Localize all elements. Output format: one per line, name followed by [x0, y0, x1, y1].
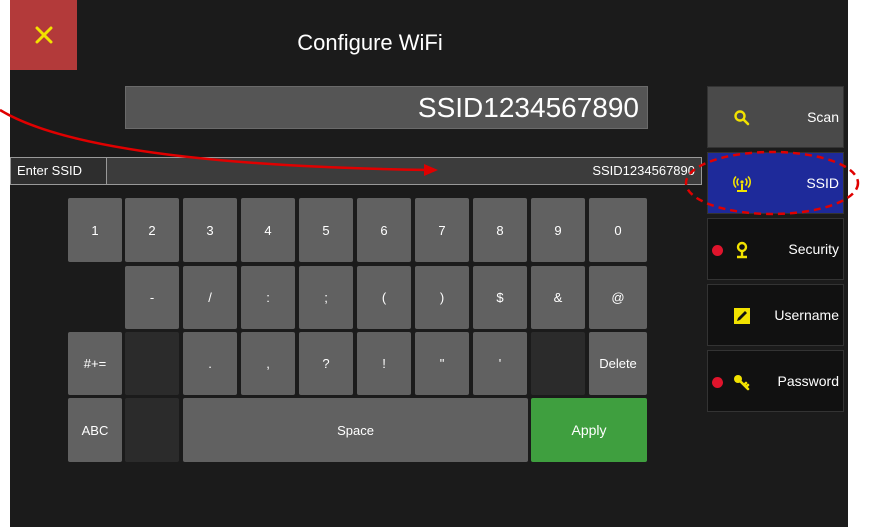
- security-label: Security: [788, 241, 839, 257]
- key-blank: [125, 398, 179, 462]
- key-7[interactable]: 7: [415, 198, 469, 262]
- key-3[interactable]: 3: [183, 198, 237, 262]
- ssid-entry-field[interactable]: Enter SSID SSID1234567890: [10, 157, 702, 185]
- key-comma[interactable]: ,: [241, 332, 295, 395]
- required-indicator: [712, 245, 723, 256]
- abc-key[interactable]: ABC: [68, 398, 122, 462]
- key-at[interactable]: @: [589, 266, 647, 329]
- apply-button[interactable]: Apply: [531, 398, 647, 462]
- entry-label: Enter SSID: [11, 158, 107, 184]
- key-4[interactable]: 4: [241, 198, 295, 262]
- ssid-display: SSID1234567890: [125, 86, 648, 129]
- key-1[interactable]: 1: [68, 198, 122, 262]
- configure-wifi-screen: Configure WiFi SSID1234567890 Enter SSID…: [10, 0, 848, 527]
- page-margin: [848, 0, 871, 527]
- search-icon: [734, 110, 750, 126]
- edit-icon: [734, 308, 750, 324]
- key-symbols-mode[interactable]: #+=: [68, 332, 122, 395]
- key-ampersand[interactable]: &: [531, 266, 585, 329]
- ssid-button[interactable]: SSID: [707, 152, 844, 214]
- ssid-label: SSID: [806, 175, 839, 191]
- scan-button[interactable]: Scan: [707, 86, 844, 148]
- key-hyphen[interactable]: -: [125, 266, 179, 329]
- key-5[interactable]: 5: [299, 198, 353, 262]
- key-icon: [734, 375, 750, 391]
- username-button[interactable]: Username: [707, 284, 844, 346]
- key-question[interactable]: ?: [299, 332, 353, 395]
- required-indicator: [712, 377, 723, 388]
- key-dollar[interactable]: $: [473, 266, 527, 329]
- key-close-paren[interactable]: ): [415, 266, 469, 329]
- security-button[interactable]: Security: [707, 218, 844, 280]
- page-title: Configure WiFi: [297, 30, 443, 55]
- key-period[interactable]: .: [183, 332, 237, 395]
- key-exclamation[interactable]: !: [357, 332, 411, 395]
- key-6[interactable]: 6: [357, 198, 411, 262]
- key-colon[interactable]: :: [241, 266, 295, 329]
- key-2[interactable]: 2: [125, 198, 179, 262]
- scan-label: Scan: [807, 109, 839, 125]
- key-slash[interactable]: /: [183, 266, 237, 329]
- security-icon: [736, 241, 748, 259]
- key-double-quote[interactable]: ": [415, 332, 469, 395]
- key-apostrophe[interactable]: ': [473, 332, 527, 395]
- password-button[interactable]: Password: [707, 350, 844, 412]
- key-0[interactable]: 0: [589, 198, 647, 262]
- delete-key[interactable]: Delete: [589, 332, 647, 395]
- wifi-antenna-icon: [733, 175, 751, 192]
- entry-value: SSID1234567890: [592, 163, 695, 178]
- key-blank: [125, 332, 179, 395]
- username-label: Username: [774, 307, 839, 323]
- key-8[interactable]: 8: [473, 198, 527, 262]
- key-9[interactable]: 9: [531, 198, 585, 262]
- key-blank: [531, 332, 585, 395]
- password-label: Password: [777, 373, 839, 389]
- space-key[interactable]: Space: [183, 398, 528, 462]
- key-open-paren[interactable]: (: [357, 266, 411, 329]
- key-semicolon[interactable]: ;: [299, 266, 353, 329]
